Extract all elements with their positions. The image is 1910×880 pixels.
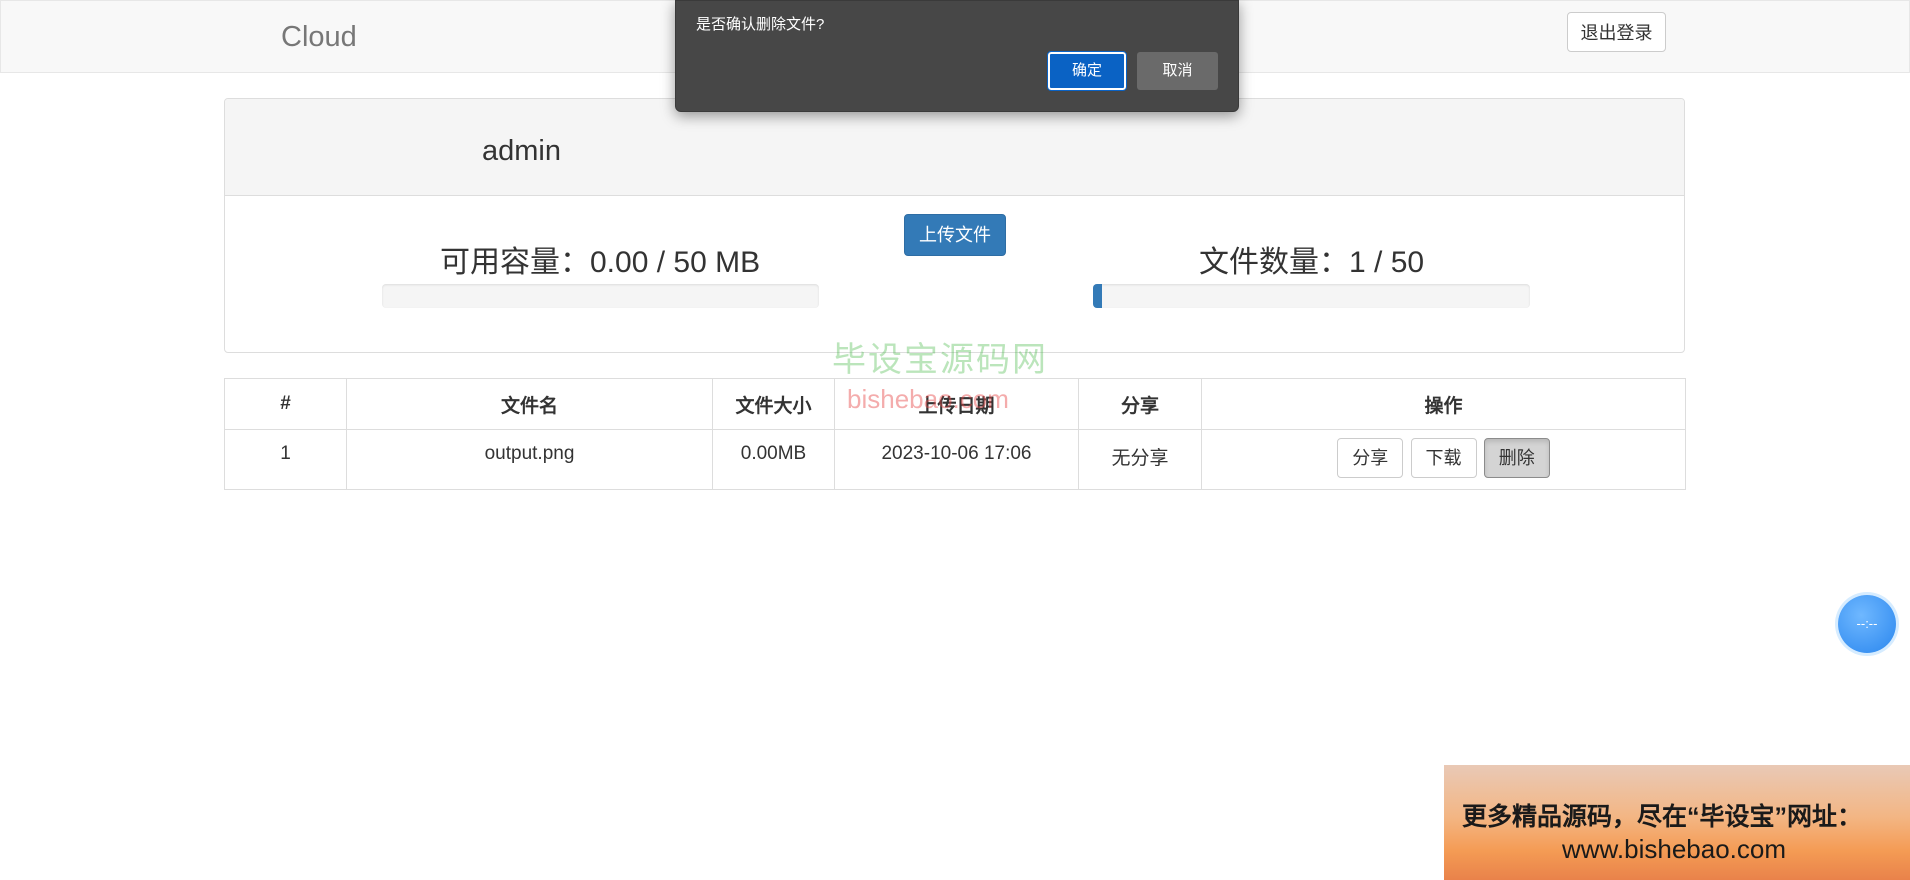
- header-filesize: 文件大小: [712, 378, 835, 430]
- cell-index: 1: [224, 429, 347, 490]
- logout-button[interactable]: 退出登录: [1567, 12, 1666, 52]
- ad-line-1: 更多精品源码，尽在“毕设宝”网址：: [1462, 803, 1863, 831]
- file-count-label: 文件数量：1 / 50: [1199, 246, 1425, 279]
- cell-filesize: 0.00MB: [712, 429, 835, 490]
- header-actions: 操作: [1201, 378, 1686, 430]
- cell-filename: output.png: [346, 429, 713, 490]
- panel-heading: admin: [225, 99, 1684, 196]
- capacity-label: 可用容量：0.00 / 50 MB: [440, 246, 761, 279]
- ad-line-2: www.bishebao.com: [1562, 834, 1786, 864]
- cell-share-status: 无分享: [1078, 429, 1202, 490]
- table-row: 1 output.png 0.00MB 2023-10-06 17:06 无分享…: [224, 429, 1686, 490]
- brand-logo[interactable]: Cloud: [281, 21, 357, 54]
- download-button[interactable]: 下载: [1410, 438, 1477, 478]
- watermark-en: bishebao.com: [847, 384, 1009, 414]
- capacity-progress: [382, 284, 819, 308]
- delete-button[interactable]: 删除: [1483, 438, 1550, 478]
- header-filename: 文件名: [346, 378, 713, 430]
- dialog-ok-button[interactable]: 确定: [1047, 51, 1127, 91]
- upload-file-button[interactable]: 上传文件: [904, 214, 1006, 256]
- confirm-delete-dialog: 是否确认删除文件? 确定 取消: [675, 0, 1239, 112]
- dialog-cancel-button[interactable]: 取消: [1137, 52, 1218, 90]
- header-index: #: [224, 378, 347, 430]
- cell-actions: 分享 下载 删除: [1201, 429, 1686, 490]
- floating-assistant-button[interactable]: --:--: [1838, 595, 1896, 653]
- username: admin: [482, 135, 561, 167]
- file-count-progress: [1093, 284, 1530, 308]
- file-count-progress-fill: [1093, 284, 1102, 308]
- dialog-message: 是否确认删除文件?: [696, 16, 825, 33]
- cell-upload-date: 2023-10-06 17:06: [834, 429, 1079, 490]
- profile-panel: admin 上传文件 可用容量：0.00 / 50 MB 文件数量：1 / 50: [224, 98, 1685, 353]
- header-share: 分享: [1078, 378, 1202, 430]
- ad-banner[interactable]: 更多精品源码，尽在“毕设宝”网址： www.bishebao.com: [1444, 765, 1910, 880]
- watermark-cn: 毕设宝源码网: [832, 341, 1048, 379]
- share-button[interactable]: 分享: [1337, 438, 1404, 478]
